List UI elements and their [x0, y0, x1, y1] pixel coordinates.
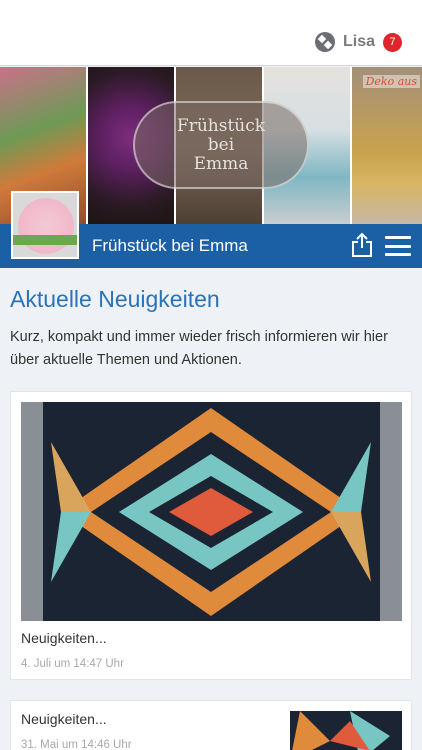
app-logo-icon [314, 32, 335, 52]
news-date: 31. Mai um 14:46 Uhr [21, 739, 132, 750]
banner-corner-label: Deko aus [362, 75, 420, 88]
banner-title-line: Emma [193, 153, 249, 174]
banner-title-line: bei [207, 134, 235, 155]
banner-title-line: Frühstück [176, 115, 266, 136]
user-area[interactable]: Lisa 7 [314, 32, 402, 52]
news-image-thumbnail[interactable] [290, 711, 402, 750]
user-name[interactable]: Lisa [343, 33, 375, 51]
news-title[interactable]: Neuigkeiten... [21, 711, 107, 727]
news-title[interactable]: Neuigkeiten... [21, 630, 107, 646]
page-title: Aktuelle Neuigkeiten [10, 286, 220, 312]
nav-title: Frühstück bei Emma [92, 236, 248, 255]
share-icon[interactable] [351, 232, 373, 258]
news-date: 4. Juli um 14:47 Uhr [21, 658, 124, 670]
banner-photo-decor: Deko aus [352, 67, 422, 224]
shop-logo-stripe [13, 235, 77, 245]
hamburger-menu-icon[interactable] [385, 236, 411, 256]
shop-logo [11, 191, 79, 259]
notification-badge[interactable]: 7 [383, 32, 402, 52]
news-image-quilt[interactable] [21, 402, 402, 621]
top-bar: Lisa 7 [0, 0, 422, 66]
news-card[interactable]: Neuigkeiten... 31. Mai um 14:46 Uhr [10, 700, 412, 750]
shop-logo-circle [18, 198, 74, 254]
banner-title-cloud: Frühstück bei Emma [133, 101, 309, 189]
news-card[interactable]: Neuigkeiten... 4. Juli um 14:47 Uhr [10, 391, 412, 680]
intro-text: Kurz, kompakt und immer wieder frisch in… [10, 329, 388, 368]
